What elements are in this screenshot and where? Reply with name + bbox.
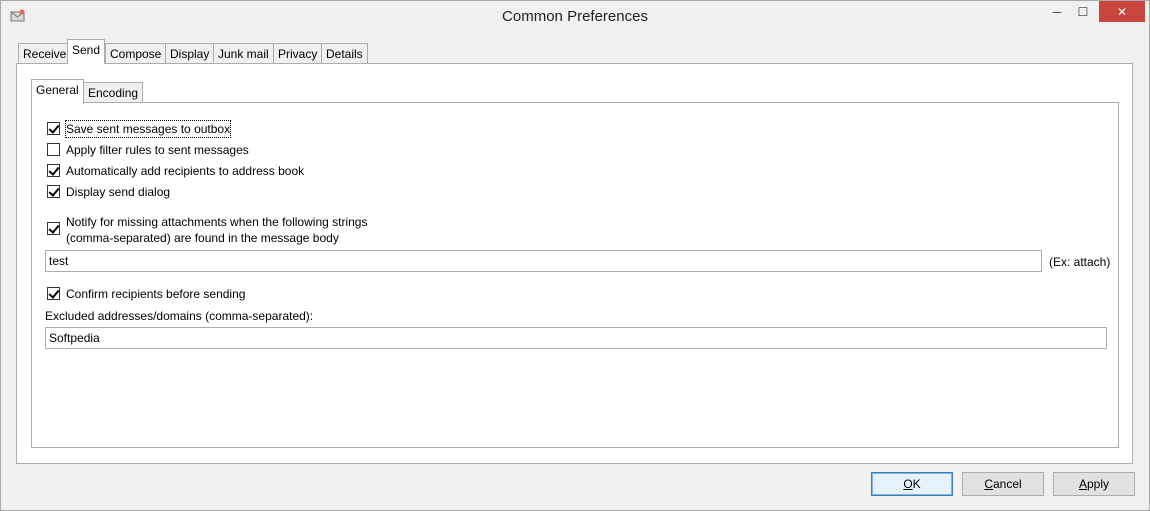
confirm-recipients-option[interactable]: Confirm recipients before sending (47, 286, 245, 302)
apply-button[interactable]: Apply (1053, 472, 1135, 496)
ok-button[interactable]: OK (871, 472, 953, 496)
apply-filter-option[interactable]: Apply filter rules to sent messages (47, 142, 249, 158)
subtab-general[interactable]: General (31, 79, 84, 104)
tab-display[interactable]: Display (165, 43, 215, 65)
excluded-input[interactable] (45, 327, 1107, 349)
auto-add-option[interactable]: Automatically add recipients to address … (47, 163, 304, 179)
tab-compose[interactable]: Compose (105, 43, 167, 65)
notify-missing-label-line1: Notify for missing attachments when the … (66, 215, 368, 229)
tab-junk-mail[interactable]: Junk mail (213, 43, 274, 65)
excluded-label: Excluded addresses/domains (comma-separa… (45, 309, 314, 323)
tab-privacy[interactable]: Privacy (273, 43, 323, 65)
display-dialog-label: Display send dialog (66, 185, 171, 199)
tab-send[interactable]: Send (67, 39, 106, 64)
notify-missing-label-line2: (comma-separated) are found in the messa… (66, 231, 339, 245)
save-sent-checkbox[interactable] (47, 122, 60, 135)
auto-add-label: Automatically add recipients to address … (66, 164, 305, 178)
title-bar: Common Preferences ─ ☐ ✕ (1, 1, 1149, 32)
notify-missing-option[interactable]: Notify for missing attachments when the … (47, 214, 367, 246)
attachment-strings-input[interactable] (45, 250, 1042, 272)
display-dialog-option[interactable]: Display send dialog (47, 184, 170, 200)
attachment-hint: (Ex: attach) (1049, 255, 1111, 269)
notify-missing-label: Notify for missing attachments when the … (66, 214, 367, 246)
save-sent-label: Save sent messages to outbox (64, 120, 232, 138)
cancel-button[interactable]: Cancel (962, 472, 1044, 496)
window-title: Common Preferences (502, 8, 648, 25)
apply-filter-checkbox[interactable] (47, 143, 60, 156)
minimize-button[interactable]: ─ (1044, 1, 1070, 22)
subtab-encoding[interactable]: Encoding (83, 82, 144, 104)
notify-missing-checkbox[interactable] (47, 222, 60, 235)
maximize-button[interactable]: ☐ (1070, 1, 1096, 22)
tab-receive[interactable]: Receive (18, 43, 72, 65)
close-button[interactable]: ✕ (1099, 1, 1145, 22)
tab-details[interactable]: Details (321, 43, 368, 65)
auto-add-checkbox[interactable] (47, 164, 60, 177)
confirm-recipients-label: Confirm recipients before sending (66, 287, 246, 301)
apply-filter-label: Apply filter rules to sent messages (66, 143, 249, 157)
preferences-window: Common Preferences ─ ☐ ✕ Receive Send Co… (0, 0, 1150, 511)
confirm-recipients-checkbox[interactable] (47, 287, 60, 300)
save-sent-option[interactable]: Save sent messages to outbox (47, 120, 232, 138)
display-dialog-checkbox[interactable] (47, 185, 60, 198)
